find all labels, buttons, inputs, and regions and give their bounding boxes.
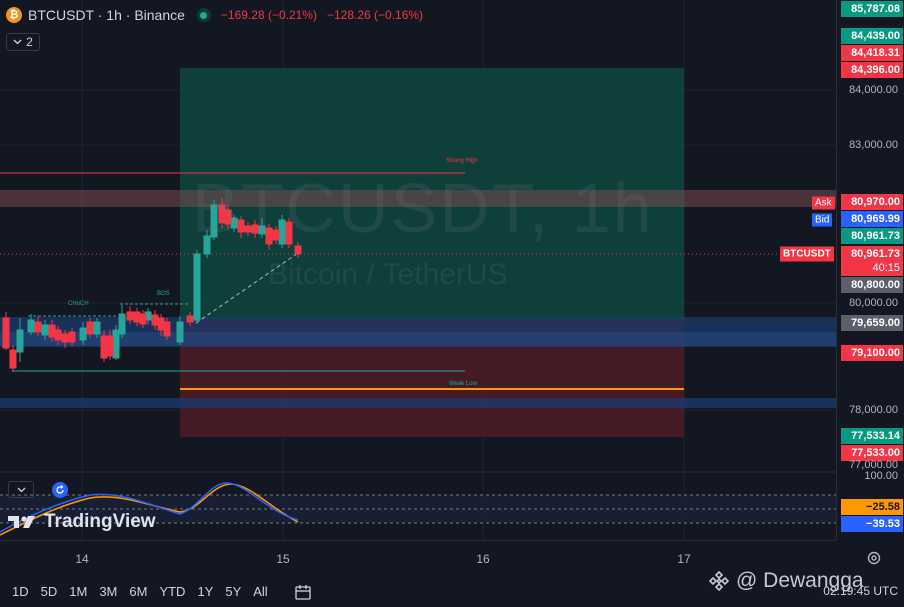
price-tag-84396: 84,396.00 xyxy=(841,62,903,78)
oscillator-tag-main: −39.53 xyxy=(841,516,903,532)
tradingview-logo-icon xyxy=(8,516,35,528)
strong-high-label: Strong High xyxy=(446,158,478,164)
symbol-price-label: BTCUSDT xyxy=(780,246,834,262)
oscillator-collapse-button[interactable] xyxy=(8,481,34,498)
calendar-icon[interactable] xyxy=(294,583,312,601)
price-tick: 80,000.00 xyxy=(849,297,898,309)
binance-icon xyxy=(708,570,730,592)
chart-header: ₿ BTCUSDT · 1h · Binance −169.28 (−0.21%… xyxy=(0,0,836,30)
range-5d-button[interactable]: 5D xyxy=(41,584,58,599)
weak-low-label: Weak Low xyxy=(449,381,478,387)
range-1m-button[interactable]: 1M xyxy=(69,584,87,599)
price-tag-84418: 84,418.31 xyxy=(841,45,903,61)
bid-label: Bid xyxy=(812,213,833,227)
range-6m-button[interactable]: 6M xyxy=(129,584,147,599)
range-ytd-button[interactable]: YTD xyxy=(159,584,185,599)
time-label: 14 xyxy=(75,552,89,566)
range-all-button[interactable]: All xyxy=(253,584,267,599)
time-label: 16 xyxy=(476,552,490,566)
indicators-count: 2 xyxy=(26,35,33,49)
bitcoin-coin-icon: ₿ xyxy=(6,7,22,23)
settings-icon[interactable] xyxy=(866,550,882,566)
price-axis[interactable]: 85,787.08 84,439.00 84,418.31 84,396.00 … xyxy=(836,0,904,540)
ask-label: Ask xyxy=(812,196,835,210)
chevron-down-icon xyxy=(17,487,25,492)
demand-zone-base xyxy=(0,398,836,408)
price-tag-80961: 80,961.73 xyxy=(841,228,903,244)
range-3m-button[interactable]: 3M xyxy=(99,584,117,599)
tradingview-logo[interactable]: TradingView xyxy=(8,511,156,533)
refresh-icon[interactable] xyxy=(52,482,68,498)
price-tag-80800: 80,800.00 xyxy=(841,277,903,293)
price-tag-bid: 80,969.99 xyxy=(841,211,903,227)
symbol-title[interactable]: BTCUSDT · 1h · Binance xyxy=(28,7,185,23)
price-tag-79100: 79,100.00 xyxy=(841,345,903,361)
range-1d-button[interactable]: 1D xyxy=(12,584,29,599)
price-tick: 84,000.00 xyxy=(849,84,898,96)
price-change-secondary: −128.26 (−0.16%) xyxy=(326,8,424,22)
time-label: 17 xyxy=(677,552,691,566)
choch-label: CHoCH xyxy=(68,301,89,307)
symbol-watermark: BTCUSDT, 1h xyxy=(192,169,654,247)
price-tag-79659: 79,659.00 xyxy=(841,315,903,331)
author-credit: @ Dewangga xyxy=(708,569,864,593)
price-tag-84439: 84,439.00 xyxy=(841,28,903,44)
credit-text: @ Dewangga xyxy=(736,569,864,592)
indicators-toggle-button[interactable]: 2 xyxy=(6,33,40,51)
oscillator-tag-signal: −25.58 xyxy=(841,499,903,515)
tradingview-brand: TradingView xyxy=(44,511,156,532)
price-tick: 83,000.00 xyxy=(849,139,898,151)
price-tag-high: 85,787.08 xyxy=(841,1,903,17)
oscillator-tick: 100.00 xyxy=(864,470,898,482)
price-tag-ask: 80,970.00 xyxy=(841,194,903,210)
range-1y-button[interactable]: 1Y xyxy=(197,584,213,599)
bos-label: BOS xyxy=(157,291,170,297)
time-label: 15 xyxy=(276,552,290,566)
live-status-icon xyxy=(196,8,211,22)
chevron-down-icon xyxy=(13,39,22,45)
range-5y-button[interactable]: 5Y xyxy=(225,584,241,599)
price-change: −169.28 (−0.21%) xyxy=(220,8,317,22)
price-tick: 78,000.00 xyxy=(849,404,898,416)
symbol-watermark-subtitle: Bitcoin / TetherUS xyxy=(268,258,508,291)
price-tag-77533-14: 77,533.14 xyxy=(841,428,903,444)
candle-countdown: 40:15 xyxy=(841,260,903,276)
